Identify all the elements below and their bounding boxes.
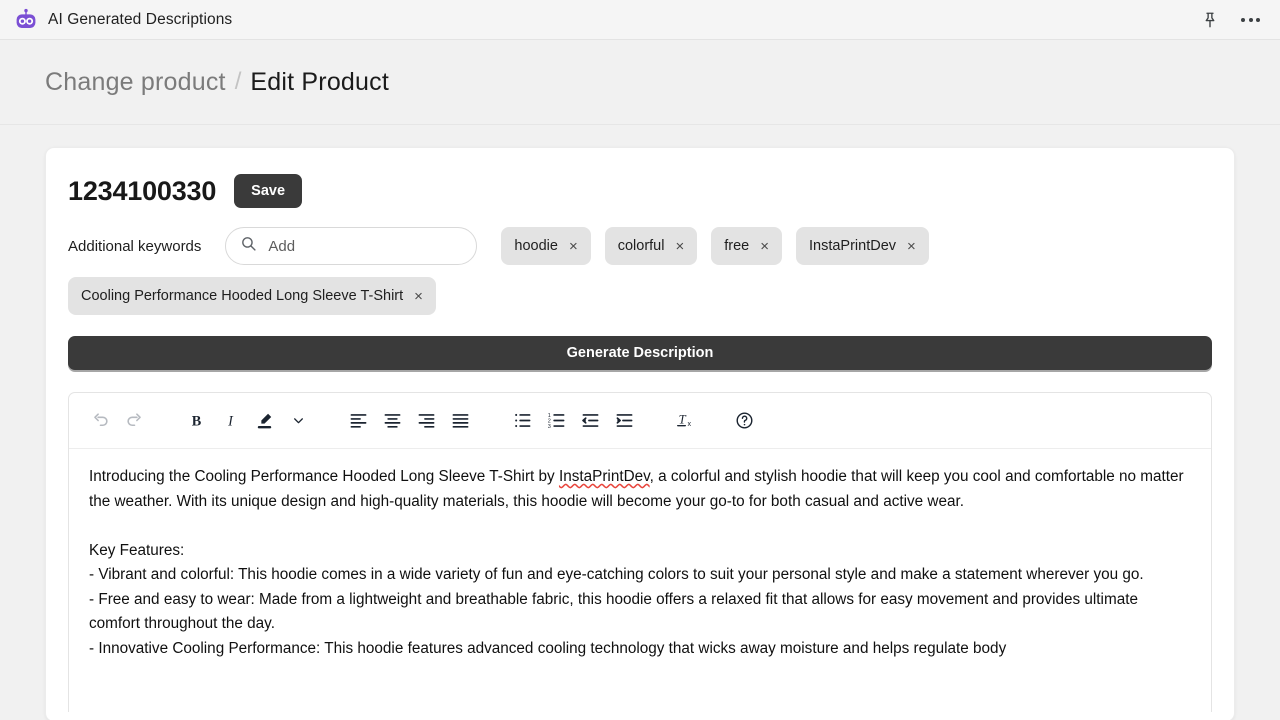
search-icon <box>240 235 257 257</box>
keyword-chip[interactable]: colorful × <box>605 227 698 265</box>
product-id-row: 1234100330 Save <box>68 174 1212 208</box>
more-options-icon[interactable] <box>1241 18 1260 22</box>
align-left-icon[interactable] <box>341 404 375 438</box>
svg-text:I: I <box>227 413 234 429</box>
feature-bullet-2: - Free and easy to wear: Made from a lig… <box>89 588 1191 637</box>
keyword-chip-list-row-2: Cooling Performance Hooded Long Sleeve T… <box>68 277 1212 315</box>
keyword-chip[interactable]: hoodie × <box>501 227 590 265</box>
outdent-icon[interactable] <box>573 404 607 438</box>
app-title: AI Generated Descriptions <box>48 11 232 29</box>
edit-product-card: 1234100330 Save Additional keywords hood… <box>45 147 1235 720</box>
keyword-chip[interactable]: Cooling Performance Hooded Long Sleeve T… <box>68 277 436 315</box>
description-paragraph-1: Introducing the Cooling Performance Hood… <box>89 465 1191 514</box>
keyword-chip-label: Cooling Performance Hooded Long Sleeve T… <box>81 288 403 304</box>
keyword-chip-label: InstaPrintDev <box>809 238 896 254</box>
app-bar-actions <box>1201 11 1266 29</box>
align-justify-icon[interactable] <box>443 404 477 438</box>
additional-keywords-label: Additional keywords <box>68 238 201 255</box>
keyword-chip-label: free <box>724 238 749 254</box>
clear-formatting-icon[interactable]: T x <box>667 404 701 438</box>
additional-keywords-row: Additional keywords hoodie × colorful × <box>68 227 1212 265</box>
breadcrumb: Change product / Edit Product <box>0 40 1280 125</box>
editor-toolbar: B I <box>69 393 1211 449</box>
feature-bullet-3: - Innovative Cooling Performance: This h… <box>89 637 1191 662</box>
svg-text:T: T <box>678 413 686 427</box>
undo-icon[interactable] <box>83 404 117 438</box>
bold-icon[interactable]: B <box>179 404 213 438</box>
product-id: 1234100330 <box>68 176 216 207</box>
keyword-chip-remove-icon[interactable]: × <box>414 289 423 304</box>
help-icon[interactable] <box>727 404 761 438</box>
pushpin-icon[interactable] <box>1201 11 1219 29</box>
breadcrumb-parent-link[interactable]: Change product <box>45 68 226 97</box>
numbered-list-icon[interactable]: 1 2 3 <box>539 404 573 438</box>
svg-text:3: 3 <box>547 424 550 430</box>
page-title: Edit Product <box>250 68 389 97</box>
svg-text:B: B <box>191 413 201 429</box>
robot-icon <box>14 8 38 32</box>
keyword-chip-label: colorful <box>618 238 665 254</box>
chevron-down-icon[interactable] <box>281 404 315 438</box>
keyword-chip-remove-icon[interactable]: × <box>569 239 578 254</box>
paragraph-spacer <box>89 514 1191 539</box>
redo-icon[interactable] <box>117 404 151 438</box>
app-bar: AI Generated Descriptions <box>0 0 1280 40</box>
app-bar-left: AI Generated Descriptions <box>14 8 232 32</box>
page-body: 1234100330 Save Additional keywords hood… <box>0 125 1280 720</box>
key-features-heading: Key Features: <box>89 539 1191 564</box>
misspelled-word: InstaPrintDev <box>559 468 650 485</box>
description-text-area[interactable]: Introducing the Cooling Performance Hood… <box>69 449 1211 661</box>
description-editor: B I <box>68 392 1212 712</box>
keyword-chip-label: hoodie <box>514 238 558 254</box>
save-button[interactable]: Save <box>234 174 302 208</box>
keyword-chip[interactable]: free × <box>711 227 782 265</box>
bulleted-list-icon[interactable] <box>505 404 539 438</box>
breadcrumb-separator: / <box>235 68 242 96</box>
keyword-chip-list-row-1: hoodie × colorful × free × InstaPrintDev… <box>501 227 928 265</box>
align-right-icon[interactable] <box>409 404 443 438</box>
keyword-chip[interactable]: InstaPrintDev × <box>796 227 929 265</box>
highlight-icon[interactable] <box>247 404 281 438</box>
keyword-search-input[interactable] <box>268 238 462 255</box>
italic-icon[interactable]: I <box>213 404 247 438</box>
generate-description-button[interactable]: Generate Description <box>68 336 1212 370</box>
description-para1-part-a: Introducing the Cooling Performance Hood… <box>89 468 559 485</box>
align-center-icon[interactable] <box>375 404 409 438</box>
keyword-search-box[interactable] <box>225 227 477 265</box>
feature-bullet-1: - Vibrant and colorful: This hoodie come… <box>89 563 1191 588</box>
keyword-chip-remove-icon[interactable]: × <box>675 239 684 254</box>
indent-icon[interactable] <box>607 404 641 438</box>
keyword-chip-remove-icon[interactable]: × <box>907 239 916 254</box>
keyword-chip-remove-icon[interactable]: × <box>760 239 769 254</box>
svg-text:x: x <box>687 420 691 428</box>
